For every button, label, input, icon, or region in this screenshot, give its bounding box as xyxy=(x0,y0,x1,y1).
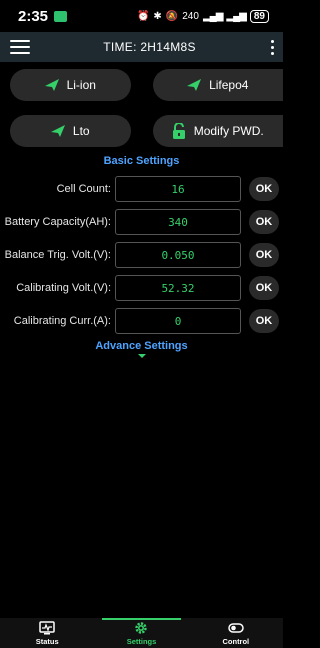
lto-button[interactable]: Lto xyxy=(10,115,131,147)
nav-label: Control xyxy=(222,637,250,646)
send-plane-icon xyxy=(187,79,202,91)
nav-label: Settings xyxy=(126,637,157,646)
basic-settings-list: Cell Count: 16 OK Battery Capacity(AH): … xyxy=(0,175,283,335)
nav-item-status[interactable]: Status xyxy=(0,618,94,648)
battery-capacity-ok-button[interactable]: OK xyxy=(249,210,279,234)
calibrating-curr-ok-button[interactable]: OK xyxy=(249,309,279,333)
status-right: ⏰ ✱ 🔕 240 ▂▄▆ ▂▄▆ 89 xyxy=(136,9,269,23)
message-notification-icon xyxy=(54,10,68,22)
setting-label: Cell Count: xyxy=(56,183,111,195)
setting-row-balance-trig-volt: Balance Trig. Volt.(V): 0.050 OK xyxy=(0,241,283,269)
modify-password-button[interactable]: Modify PWD. xyxy=(152,115,283,147)
setting-label: Battery Capacity(AH): xyxy=(4,216,111,228)
battery-icon: 89 xyxy=(249,9,269,23)
nav-item-control[interactable]: Control xyxy=(189,618,283,648)
toggle-icon xyxy=(228,623,244,633)
lock-open-icon xyxy=(172,123,185,139)
calibrating-volt-ok-button[interactable]: OK xyxy=(249,276,279,300)
mode-button-label: Lifepo4 xyxy=(209,78,249,92)
signal-icon: ▂▄▆ xyxy=(202,10,223,22)
signal-icon-2: ▂▄▆ xyxy=(226,10,246,22)
setting-row-calibrating-volt: Calibrating Volt.(V): 52.32 OK xyxy=(0,274,283,302)
alarm-icon: ⏰ xyxy=(136,10,150,22)
basic-settings-title: Basic Settings xyxy=(103,155,180,167)
network-speed: 240 xyxy=(182,10,199,22)
calibrating-curr-input[interactable]: 0 xyxy=(115,308,241,334)
battery-capacity-input[interactable]: 340 xyxy=(115,209,241,235)
calibrating-volt-input[interactable]: 52.32 xyxy=(115,275,241,301)
menu-icon[interactable] xyxy=(10,40,30,54)
setting-row-cell-count: Cell Count: 16 OK xyxy=(0,175,283,203)
chevron-down-icon[interactable] xyxy=(137,354,146,358)
app-title: TIME: 2H14M8S xyxy=(103,40,196,54)
balance-trig-volt-input[interactable]: 0.050 xyxy=(115,242,241,268)
gear-icon xyxy=(135,622,148,634)
setting-label: Calibrating Volt.(V): xyxy=(16,282,111,294)
status-left: 2:35 xyxy=(18,7,68,25)
mode-button-label: Li-ion xyxy=(66,78,96,92)
app-bar: TIME: 2H14M8S xyxy=(0,32,283,62)
send-plane-icon xyxy=(50,125,65,137)
lifepo4-button[interactable]: Lifepo4 xyxy=(152,69,283,101)
status-bar: 2:35 ⏰ ✱ 🔕 240 ▂▄▆ ▂▄▆ 89 xyxy=(0,0,283,32)
more-options-icon[interactable] xyxy=(269,39,275,55)
balance-trig-volt-ok-button[interactable]: OK xyxy=(249,243,279,267)
setting-row-calibrating-curr: Calibrating Curr.(A): 0 OK xyxy=(0,307,283,335)
mute-icon: 🔕 xyxy=(165,10,179,22)
nav-label: Status xyxy=(35,637,59,646)
bottom-nav: Status Settings Control xyxy=(0,618,283,648)
mode-button-label: Lto xyxy=(72,124,90,138)
advance-settings-toggle[interactable]: Advance Settings xyxy=(0,340,283,352)
cell-count-ok-button[interactable]: OK xyxy=(249,177,279,201)
bluetooth-icon: ✱ xyxy=(153,10,162,22)
send-plane-icon xyxy=(44,79,59,91)
setting-row-battery-capacity: Battery Capacity(AH): 340 OK xyxy=(0,208,283,236)
monitor-icon xyxy=(39,621,55,635)
mode-buttons: Li-ion Lifepo4 Lto Modify PWD. xyxy=(0,62,283,147)
setting-label: Balance Trig. Volt.(V): xyxy=(4,249,111,261)
status-time: 2:35 xyxy=(18,7,49,25)
li-ion-button[interactable]: Li-ion xyxy=(10,69,131,101)
cell-count-input[interactable]: 16 xyxy=(115,176,241,202)
setting-label: Calibrating Curr.(A): xyxy=(13,315,111,327)
nav-item-settings[interactable]: Settings xyxy=(94,618,188,648)
mode-button-label: Modify PWD. xyxy=(193,124,264,138)
